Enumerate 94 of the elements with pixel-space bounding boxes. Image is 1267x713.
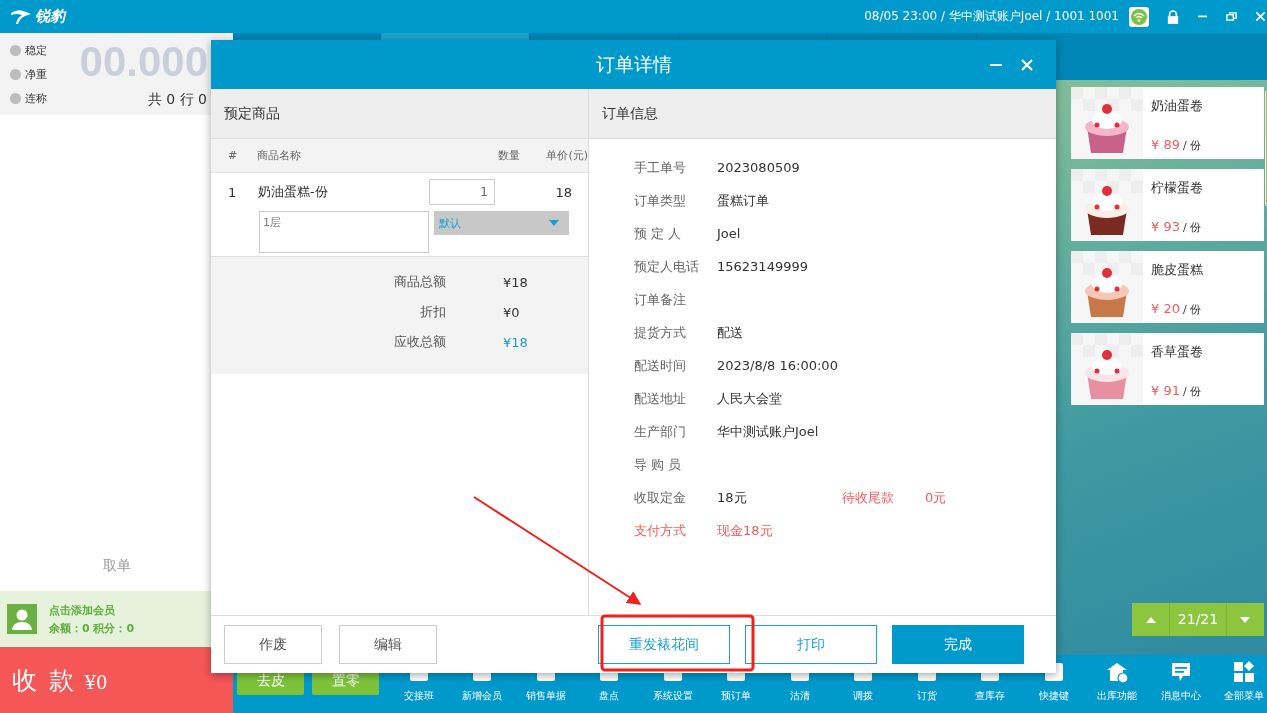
field-value: Joel (717, 226, 742, 241)
grid-icon (1233, 661, 1256, 683)
lamp-label: 稳定 (25, 43, 47, 58)
chat-bubble-icon (1169, 661, 1192, 683)
field-label: 提货方式 (634, 323, 687, 342)
down-triangle-icon (1240, 616, 1251, 623)
caret-icon (549, 220, 559, 226)
field-value: 人民大会堂 (717, 389, 783, 408)
house-icon (1106, 661, 1129, 683)
close-icon[interactable] (1021, 59, 1033, 71)
field-label: 导 购 员 (634, 455, 683, 474)
price-unit: / 份 (1182, 221, 1202, 234)
product-card[interactable]: 香草蛋卷 ¥ 91 / 份 (1071, 333, 1264, 405)
total-label: 商品总额 (393, 273, 446, 291)
wifi-icon (1129, 6, 1149, 27)
member-balance: 余额：0 积分：0 (49, 620, 135, 636)
page-indicator: 21/21 (1169, 603, 1227, 636)
action-button[interactable]: 打印 (745, 625, 877, 664)
status-lamp (10, 69, 21, 80)
toolbar-item[interactable]: 全部菜单 (1212, 655, 1267, 703)
field-label: 收取定金 (634, 488, 687, 507)
section-title: 订单信息 (602, 104, 658, 123)
field-label: 配送时间 (634, 356, 687, 375)
field-label: 支付方式 (634, 521, 687, 540)
action-button[interactable]: 重发裱花间 (598, 625, 730, 664)
table-cell-text: 18 (554, 184, 572, 200)
status-lamp (10, 45, 21, 56)
total-value: ¥18 (503, 334, 528, 350)
field-value: 配送 (717, 323, 744, 342)
column-header: 单价(元) (545, 148, 588, 163)
up-triangle-icon (1145, 616, 1156, 623)
status-text: 08/05 23:00 / 华中测试账户Joel / 1001 1001 (864, 8, 1119, 25)
action-button[interactable]: 编辑 (339, 625, 437, 664)
total-label: 折扣 (419, 303, 446, 321)
field-value: 蛋糕订单 (717, 191, 770, 210)
lock-icon[interactable] (1167, 9, 1179, 24)
column-header: 数量 (497, 148, 520, 163)
product-card[interactable]: 脆皮蛋糕 ¥ 20 / 份 (1071, 251, 1264, 323)
leopard-logo-icon (10, 8, 32, 25)
pickup-link[interactable]: 取单 (102, 557, 131, 575)
quantity-field[interactable]: 1 (429, 179, 495, 205)
product-name: 柠檬蛋卷 (1151, 179, 1204, 197)
dialog-title: 订单详情 (595, 51, 672, 77)
price-unit: / 份 (1182, 303, 1202, 316)
product-price: ¥ 20 (1151, 301, 1180, 316)
price-unit: / 份 (1182, 139, 1202, 152)
field-value: 18元 (717, 488, 748, 507)
product-price: ¥ 93 (1151, 219, 1180, 234)
status-lamp (10, 93, 21, 104)
lamp-label: 连称 (25, 91, 47, 106)
done-button[interactable]: 完成 (892, 625, 1024, 664)
table-cell-text: 奶油蛋糕-份 (257, 183, 329, 201)
restore-icon[interactable] (1226, 11, 1237, 22)
total-label: 应收总额 (393, 333, 446, 351)
field-label: 待收尾款 (842, 488, 895, 507)
product-card[interactable]: 奶油蛋卷 ¥ 89 / 份 (1071, 87, 1264, 159)
table-cell-text: 1 (227, 184, 238, 200)
product-name: 奶油蛋卷 (1151, 97, 1204, 115)
field-value: 2023080509 (717, 160, 801, 175)
field-value: 15623149999 (717, 259, 809, 274)
toolbar-item[interactable]: 出库功能 (1085, 655, 1149, 703)
column-header: 商品名称 (256, 148, 302, 163)
field-label: 预 定 人 (634, 224, 683, 243)
product-name: 香草蛋卷 (1151, 343, 1204, 361)
field-label: 生产部门 (634, 422, 687, 441)
field-value: 现金18元 (717, 521, 774, 540)
product-price: ¥ 89 (1151, 137, 1180, 152)
total-value: ¥0 (503, 304, 520, 320)
person-icon (7, 604, 37, 634)
product-name: 脆皮蛋糕 (1151, 261, 1204, 279)
action-button[interactable]: 作废 (224, 625, 322, 664)
pay-button[interactable]: 收 款 ¥0 (0, 647, 233, 713)
logo-text: 锐豹 (35, 7, 65, 26)
field-label: 订单备注 (634, 290, 687, 309)
field-label: 预定人电话 (634, 257, 700, 276)
column-header: # (227, 149, 239, 162)
lamp-label: 净重 (25, 67, 47, 82)
summary-text: 共 0 行 0 (147, 91, 207, 109)
option-dropdown[interactable]: 默认 (434, 211, 569, 235)
field-label: 配送地址 (634, 389, 687, 408)
section-title: 预定商品 (224, 104, 280, 123)
add-member-link[interactable]: 点击添加会员 (49, 602, 135, 618)
field-value: 华中测试账户Joel (717, 422, 820, 441)
field-value: 0元 (925, 488, 947, 507)
close-icon[interactable] (1255, 11, 1266, 22)
toolbar-item[interactable]: 消息中心 (1149, 655, 1213, 703)
product-card[interactable]: 柠檬蛋卷 ¥ 93 / 份 (1071, 169, 1264, 241)
product-price: ¥ 91 (1151, 383, 1180, 398)
field-value: 2023/8/8 16:00:00 (717, 358, 839, 373)
field-label: 订单类型 (634, 191, 687, 210)
total-value: ¥18 (503, 274, 528, 290)
price-unit: / 份 (1182, 385, 1202, 398)
field-label: 手工单号 (634, 158, 687, 177)
note-field[interactable]: 1层 (259, 211, 429, 253)
